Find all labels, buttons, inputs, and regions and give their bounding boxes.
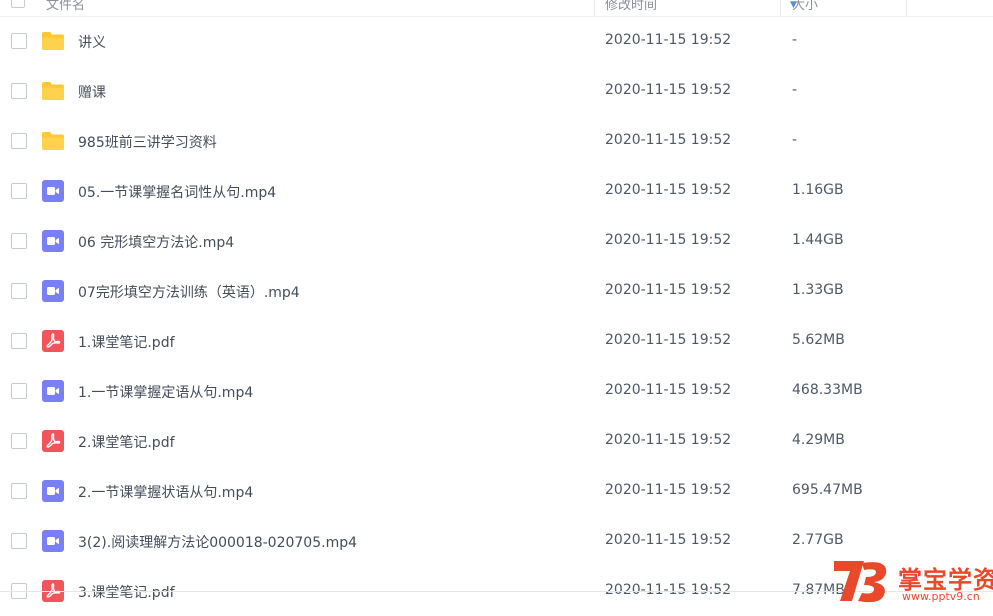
video-file-icon — [41, 379, 65, 403]
file-size: - — [792, 32, 798, 48]
file-row[interactable]: 1.课堂笔记.pdf 2020-11-15 19:52 5.62MB — [0, 316, 993, 366]
watermark: 掌宝学资 www.pptv9.cn — [832, 557, 993, 605]
file-modified-time: 2020-11-15 19:52 — [605, 432, 732, 448]
file-modified-time: 2020-11-15 19:52 — [605, 282, 732, 298]
row-checkbox[interactable] — [11, 133, 27, 149]
file-modified-time: 2020-11-15 19:52 — [605, 182, 732, 198]
column-header-time[interactable]: 修改时间 — [605, 0, 657, 13]
file-size: 5.62MB — [792, 332, 845, 348]
row-checkbox[interactable] — [11, 533, 27, 549]
file-row[interactable]: 1.一节课掌握定语从句.mp4 2020-11-15 19:52 468.33MB — [0, 366, 993, 416]
watermark-url: www.pptv9.cn — [902, 590, 980, 603]
file-row[interactable]: 07完形填空方法训练（英语）.mp4 2020-11-15 19:52 1.33GB — [0, 266, 993, 316]
file-modified-time: 2020-11-15 19:52 — [605, 382, 732, 398]
file-row[interactable]: 2.课堂笔记.pdf 2020-11-15 19:52 4.29MB — [0, 416, 993, 466]
video-file-icon — [41, 179, 65, 203]
file-size: - — [792, 132, 798, 148]
file-name[interactable]: 3.课堂笔记.pdf — [78, 582, 175, 602]
file-name[interactable]: 07完形填空方法训练（英语）.mp4 — [78, 282, 300, 302]
folder-icon — [41, 79, 65, 103]
folder-icon — [41, 29, 65, 53]
folder-icon — [41, 129, 65, 153]
column-divider — [780, 0, 781, 16]
file-name[interactable]: 2.一节课掌握状语从句.mp4 — [78, 482, 253, 502]
file-size: 468.33MB — [792, 382, 863, 398]
file-size: 1.16GB — [792, 182, 844, 198]
file-row[interactable]: 05.一节课掌握名词性从句.mp4 2020-11-15 19:52 1.16GB — [0, 166, 993, 216]
file-name[interactable]: 3(2).阅读理解方法论000018-020705.mp4 — [78, 532, 357, 552]
file-size: 4.29MB — [792, 432, 845, 448]
file-row[interactable]: 赠课 2020-11-15 19:52 - — [0, 66, 993, 116]
file-modified-time: 2020-11-15 19:52 — [605, 82, 732, 98]
file-size: 1.44GB — [792, 232, 844, 248]
pdf-file-icon — [41, 429, 65, 453]
column-divider — [906, 0, 907, 16]
file-row[interactable]: 讲义 2020-11-15 19:52 - — [0, 16, 993, 66]
pdf-file-icon — [41, 329, 65, 353]
row-checkbox[interactable] — [11, 183, 27, 199]
row-checkbox[interactable] — [11, 233, 27, 249]
video-file-icon — [41, 279, 65, 303]
file-name[interactable]: 985班前三讲学习资料 — [78, 132, 217, 152]
file-list: 讲义 2020-11-15 19:52- 赠课 2020-11-15 19:52-98… — [0, 16, 993, 616]
column-header-name[interactable]: 文件名 — [46, 0, 85, 13]
file-list-header: 文件名 修改时间 ▼ 大小 — [0, 0, 993, 17]
file-size: - — [792, 82, 798, 98]
file-modified-time: 2020-11-15 19:52 — [605, 482, 732, 498]
file-modified-time: 2020-11-15 19:52 — [605, 532, 732, 548]
row-checkbox[interactable] — [11, 33, 27, 49]
file-name[interactable]: 06 完形填空方法论.mp4 — [78, 232, 234, 252]
file-name[interactable]: 2.课堂笔记.pdf — [78, 432, 175, 452]
video-file-icon — [41, 479, 65, 503]
file-size: 695.47MB — [792, 482, 863, 498]
row-checkbox[interactable] — [11, 433, 27, 449]
file-modified-time: 2020-11-15 19:52 — [605, 32, 732, 48]
row-checkbox[interactable] — [11, 383, 27, 399]
file-modified-time: 2020-11-15 19:52 — [605, 232, 732, 248]
column-header-size[interactable]: 大小 — [792, 0, 818, 13]
file-row[interactable]: 985班前三讲学习资料 2020-11-15 19:52 - — [0, 116, 993, 166]
file-row[interactable]: 06 完形填空方法论.mp4 2020-11-15 19:52 1.44GB — [0, 216, 993, 266]
file-name[interactable]: 05.一节课掌握名词性从句.mp4 — [78, 182, 276, 202]
row-checkbox[interactable] — [11, 483, 27, 499]
file-name[interactable]: 1.课堂笔记.pdf — [78, 332, 175, 352]
row-checkbox[interactable] — [11, 283, 27, 299]
file-size: 1.33GB — [792, 282, 844, 298]
video-file-icon — [41, 529, 65, 553]
file-modified-time: 2020-11-15 19:52 — [605, 132, 732, 148]
row-checkbox[interactable] — [11, 83, 27, 99]
select-all-checkbox[interactable] — [11, 0, 25, 8]
file-name[interactable]: 赠课 — [78, 82, 106, 102]
row-checkbox[interactable] — [11, 333, 27, 349]
file-modified-time: 2020-11-15 19:52 — [605, 332, 732, 348]
file-row[interactable]: 2.一节课掌握状语从句.mp4 2020-11-15 19:52 695.47MB — [0, 466, 993, 516]
watermark-logo-icon — [834, 561, 887, 603]
video-file-icon — [41, 229, 65, 253]
file-name[interactable]: 讲义 — [78, 32, 106, 52]
column-divider — [594, 0, 595, 16]
file-name[interactable]: 1.一节课掌握定语从句.mp4 — [78, 382, 253, 402]
file-size: 2.77GB — [792, 532, 844, 548]
file-modified-time: 2020-11-15 19:52 — [605, 582, 732, 598]
